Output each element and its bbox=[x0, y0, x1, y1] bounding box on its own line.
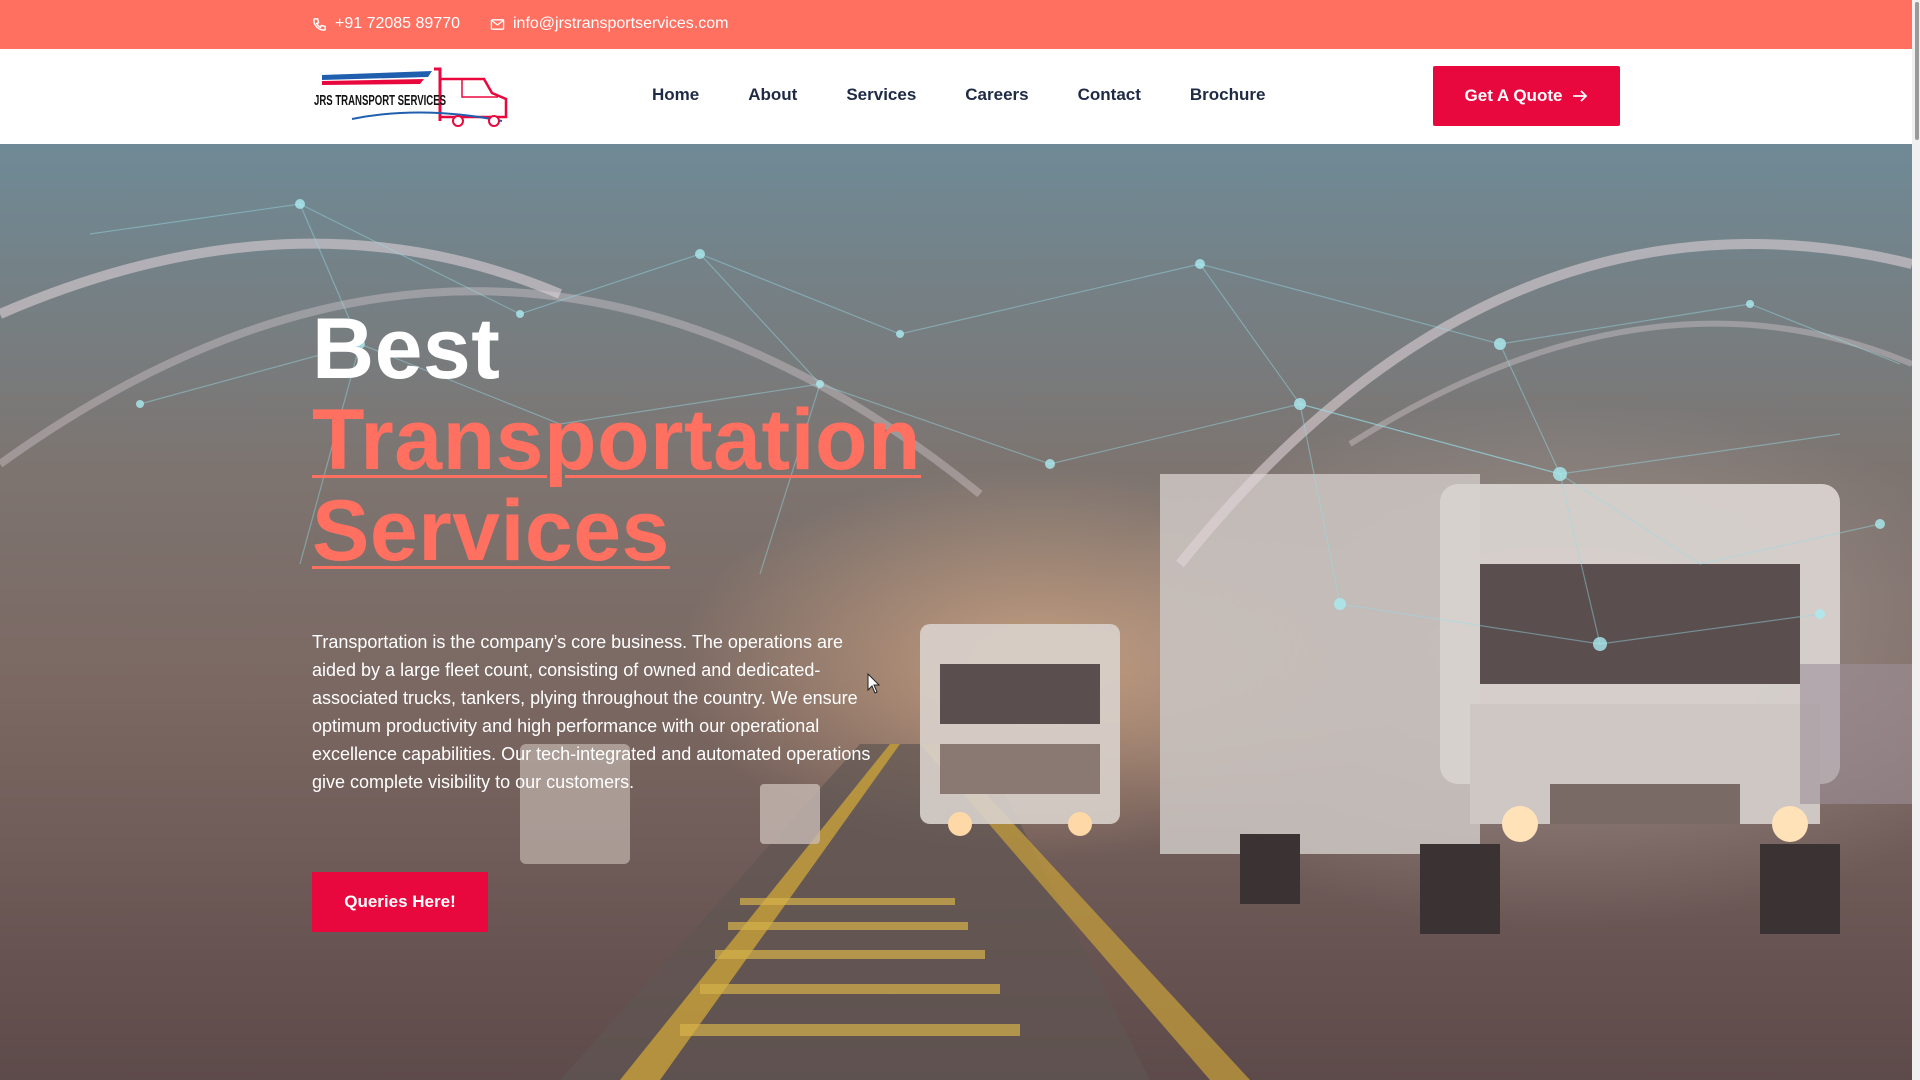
phone-icon bbox=[313, 17, 326, 31]
email-address: info@jrstransportservices.com bbox=[513, 15, 729, 32]
nav-home[interactable]: Home bbox=[652, 85, 699, 105]
hero-background-image bbox=[0, 199, 1912, 1080]
svg-text:JRS TRANSPORT SERVICES: JRS TRANSPORT SERVICES bbox=[314, 93, 446, 109]
page-scrollbar[interactable] bbox=[1912, 0, 1920, 1080]
email-contact[interactable]: info@jrstransportservices.com bbox=[490, 15, 728, 33]
nav-about[interactable]: About bbox=[748, 85, 797, 105]
hero-section: Best Transportation Services Transportat… bbox=[0, 144, 1912, 1080]
mail-icon bbox=[490, 18, 505, 30]
mouse-cursor-icon bbox=[867, 673, 881, 694]
hero-title-accent-line1: Transportation bbox=[312, 392, 922, 488]
phone-contact[interactable]: +91 72085 89770 bbox=[312, 15, 460, 33]
arrow-right-icon bbox=[1573, 90, 1588, 102]
top-contact-bar: +91 72085 89770 info@jrstransportservice… bbox=[0, 0, 1920, 49]
queries-button[interactable]: Queries Here! bbox=[312, 872, 488, 932]
phone-number: +91 72085 89770 bbox=[335, 15, 461, 32]
company-logo[interactable]: JRS TRANSPORT SERVICES bbox=[312, 63, 512, 129]
nav-careers[interactable]: Careers bbox=[965, 85, 1028, 105]
nav-brochure[interactable]: Brochure bbox=[1190, 85, 1266, 105]
site-header: JRS TRANSPORT SERVICES Home About Servic… bbox=[0, 49, 1920, 144]
hero-description: Transportation is the company’s core bus… bbox=[312, 632, 871, 792]
hero-title: Best Transportation Services bbox=[312, 304, 921, 577]
hero-title-best: Best bbox=[312, 301, 501, 397]
main-nav: Home About Services Careers Contact Broc… bbox=[652, 85, 1314, 105]
nav-contact[interactable]: Contact bbox=[1078, 85, 1141, 105]
get-quote-button[interactable]: Get A Quote bbox=[1433, 66, 1620, 126]
scrollbar-thumb[interactable] bbox=[1915, 2, 1919, 140]
hero-title-accent-line2: Services bbox=[312, 483, 670, 579]
nav-services[interactable]: Services bbox=[846, 85, 916, 105]
get-quote-label: Get A Quote bbox=[1464, 86, 1563, 105]
